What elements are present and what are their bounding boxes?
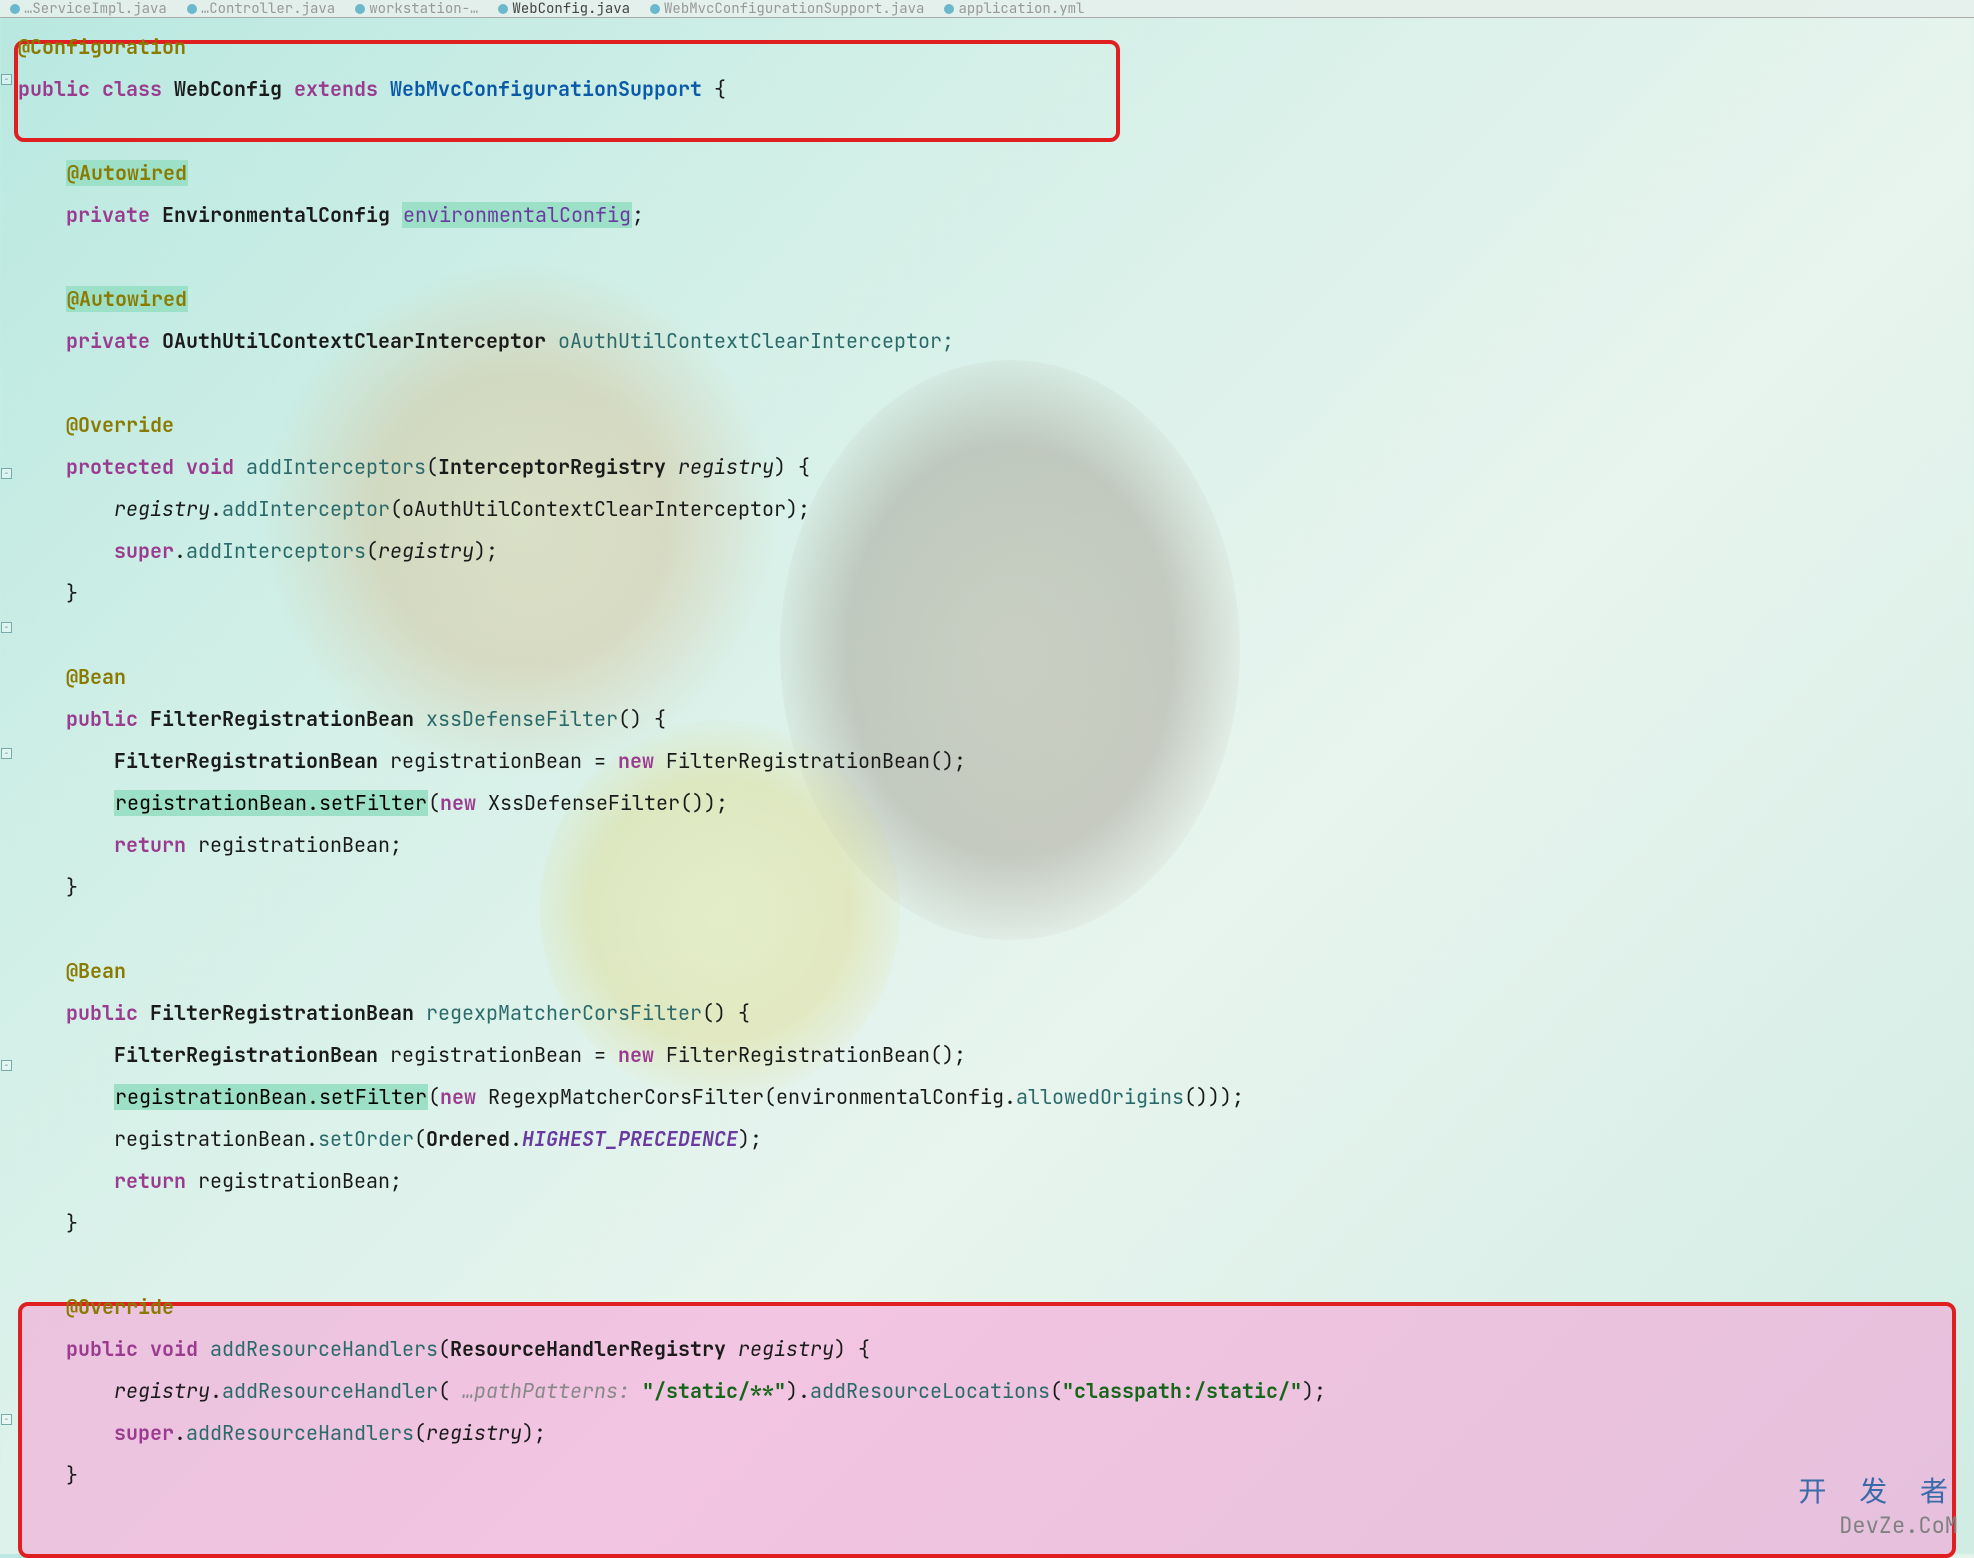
- tab-label: application.yml: [958, 0, 1084, 18]
- java-file-icon: [187, 4, 197, 14]
- watermark-en: DevZe.CoM: [1839, 1511, 1958, 1540]
- fold-toggle-icon[interactable]: −: [1, 1060, 12, 1071]
- tab-label: …Controller.java: [201, 0, 335, 18]
- java-file-icon: [10, 4, 20, 14]
- tab-item[interactable]: WebMvcConfigurationSupport.java: [650, 0, 924, 18]
- tab-item[interactable]: application.yml: [944, 0, 1084, 18]
- folder-icon: [355, 4, 365, 14]
- fold-toggle-icon[interactable]: −: [1, 622, 12, 633]
- fold-toggle-icon[interactable]: −: [1, 1414, 12, 1425]
- tab-item[interactable]: …Controller.java: [187, 0, 335, 18]
- tab-item[interactable]: workstation-…: [355, 0, 478, 18]
- yml-file-icon: [944, 4, 954, 14]
- tab-item[interactable]: …ServiceImpl.java: [10, 0, 167, 18]
- tab-label: workstation-…: [369, 0, 478, 18]
- gutter: − − − − − −: [0, 26, 14, 1504]
- tab-label: WebConfig.java: [512, 0, 630, 18]
- code-editor[interactable]: − − − − − − @Configurationpublic class W…: [0, 18, 1974, 1496]
- fold-toggle-icon[interactable]: −: [1, 748, 12, 759]
- watermark-cn: 开 发 者: [1798, 1470, 1956, 1510]
- tab-label: …ServiceImpl.java: [24, 0, 167, 18]
- java-file-icon: [498, 4, 508, 14]
- fold-toggle-icon[interactable]: −: [1, 74, 12, 85]
- code-content[interactable]: @Configurationpublic class WebConfig ext…: [18, 26, 1974, 1496]
- editor-tabs: …ServiceImpl.java …Controller.java works…: [0, 0, 1974, 18]
- tab-item-webconfig[interactable]: WebConfig.java: [498, 0, 630, 18]
- java-file-icon: [650, 4, 660, 14]
- fold-toggle-icon[interactable]: −: [1, 468, 12, 479]
- tab-label: WebMvcConfigurationSupport.java: [664, 0, 924, 18]
